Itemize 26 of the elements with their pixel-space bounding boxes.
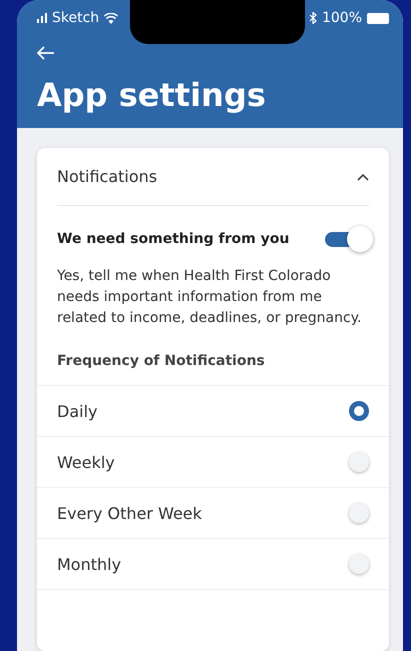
- page-title: App settings: [37, 76, 267, 114]
- battery-icon: [367, 12, 389, 24]
- radio-button[interactable]: [349, 554, 369, 574]
- back-arrow-icon[interactable]: [37, 46, 55, 60]
- signal-icon: [37, 13, 47, 23]
- option-label: Weekly: [57, 452, 115, 472]
- frequency-label: Frequency of Notifications: [57, 353, 266, 369]
- frequency-option[interactable]: Daily: [37, 385, 389, 436]
- carrier-name: Sketch: [52, 10, 100, 26]
- radio-button[interactable]: [349, 401, 369, 421]
- description-text: Yes, tell me when Health First Colorado needs important information from me related to income, deadlines, or pregnancy.: [57, 267, 362, 328]
- chevron-up-icon: [357, 172, 369, 180]
- option-label: Monthly: [57, 554, 122, 574]
- option-label: Daily: [57, 402, 98, 420]
- toggle-label: We need something from you: [57, 231, 290, 247]
- section-title: Notifications: [57, 167, 158, 186]
- frequency-option[interactable]: Monthly: [37, 538, 389, 589]
- option-label: Every Other Week: [57, 504, 202, 522]
- battery-percent: 100%: [322, 10, 362, 26]
- radio-button[interactable]: [349, 452, 369, 472]
- section-header[interactable]: Notifications: [57, 148, 369, 206]
- radio-button[interactable]: [349, 503, 369, 523]
- bluetooth-icon: [308, 12, 317, 24]
- frequency-option[interactable]: Every Other Week: [37, 487, 389, 538]
- wifi-icon: [104, 12, 118, 24]
- frequency-option[interactable]: Weekly: [37, 436, 389, 487]
